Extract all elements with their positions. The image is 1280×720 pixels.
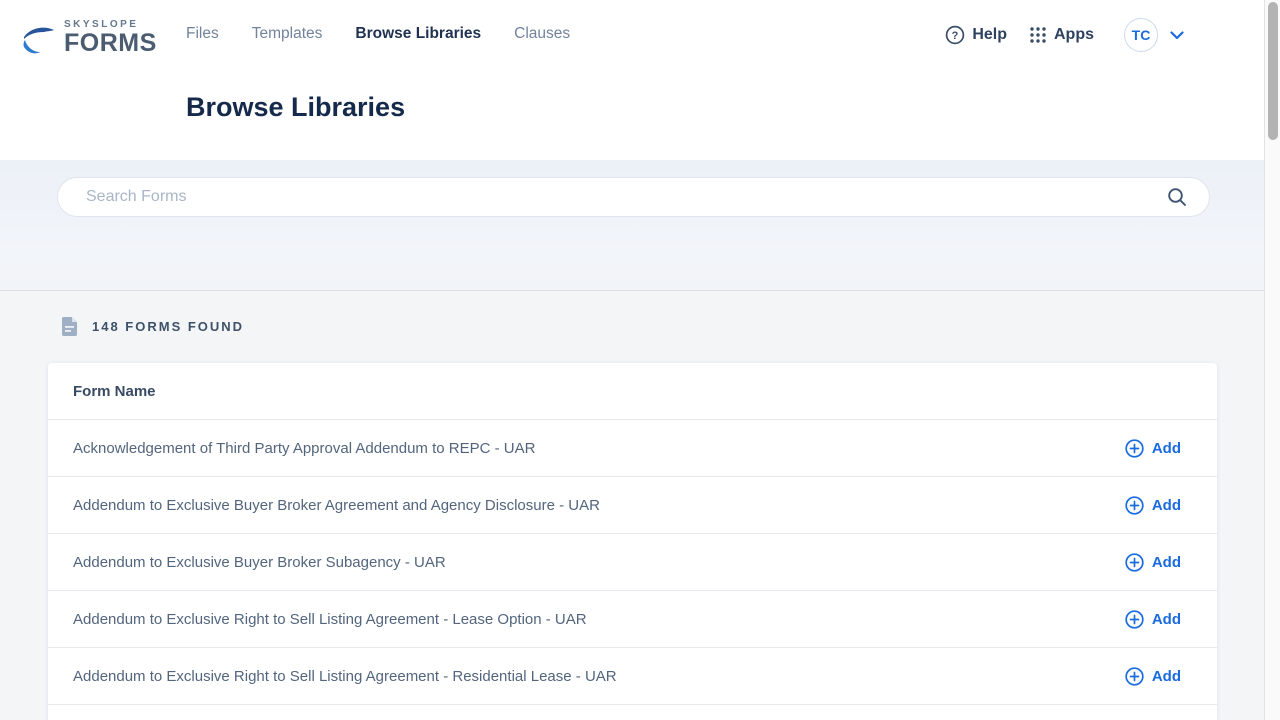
add-label: Add <box>1152 497 1181 514</box>
add-form-button[interactable]: Add <box>1125 496 1181 515</box>
table-header: Form Name <box>48 363 1217 420</box>
document-icon <box>61 316 78 337</box>
form-name: Addendum to Exclusive Buyer Broker Subag… <box>73 554 446 571</box>
table-row: Addendum to Exclusive Buyer Broker Subag… <box>48 534 1217 591</box>
form-name: Acknowledgement of Third Party Approval … <box>73 440 535 457</box>
avatar[interactable]: TC <box>1124 18 1158 52</box>
search-icon <box>1167 187 1187 207</box>
results-row: 148 FORMS FOUND <box>61 316 244 337</box>
add-form-button[interactable]: Add <box>1125 610 1181 629</box>
add-form-button[interactable]: Add <box>1125 667 1181 686</box>
nav-item-templates[interactable]: Templates <box>252 25 323 43</box>
chevron-down-icon[interactable] <box>1170 31 1184 40</box>
nav-item-files[interactable]: Files <box>186 25 219 43</box>
skyslope-forms-logo[interactable]: SKYSLOPE FORMS <box>22 20 157 56</box>
vertical-scrollbar[interactable] <box>1264 0 1280 720</box>
add-label: Add <box>1152 440 1181 457</box>
search-bar <box>57 177 1210 217</box>
brand-name-bottom: FORMS <box>64 31 157 56</box>
results-count: 148 FORMS FOUND <box>92 319 244 334</box>
plus-circle-icon <box>1125 667 1144 686</box>
scrollbar-thumb[interactable] <box>1268 2 1278 140</box>
search-button[interactable] <box>1161 187 1209 207</box>
header-actions: ? Help Apps TC <box>945 18 1184 52</box>
page-title: Browse Libraries <box>186 92 405 123</box>
user-menu[interactable]: TC <box>1124 18 1184 52</box>
apps-grid-icon <box>1029 26 1047 44</box>
skyslope-swoosh-icon <box>22 24 56 56</box>
column-form-name: Form Name <box>73 383 156 400</box>
help-label: Help <box>972 26 1007 44</box>
help-button[interactable]: ? Help <box>945 25 1007 45</box>
help-question-icon: ? <box>945 25 965 45</box>
nav-item-clauses[interactable]: Clauses <box>514 25 570 43</box>
forms-table: Form Name Acknowledgement of Third Party… <box>48 363 1217 720</box>
form-name: Addendum to Exclusive Right to Sell List… <box>73 668 617 685</box>
form-name: Addendum to Exclusive Right to Sell List… <box>73 611 587 628</box>
add-label: Add <box>1152 668 1181 685</box>
table-row: Acknowledgement of Third Party Approval … <box>48 420 1217 477</box>
search-section: Filter results by: All libraries <box>0 160 1264 291</box>
add-label: Add <box>1152 611 1181 628</box>
nav-item-browse-libraries[interactable]: Browse Libraries <box>355 25 481 43</box>
main-nav: Files Templates Browse Libraries Clauses <box>186 25 570 43</box>
svg-text:?: ? <box>952 30 959 42</box>
table-row-partial <box>48 705 1217 720</box>
add-label: Add <box>1152 554 1181 571</box>
plus-circle-icon <box>1125 439 1144 458</box>
apps-label: Apps <box>1054 26 1094 44</box>
apps-button[interactable]: Apps <box>1029 26 1094 44</box>
add-form-button[interactable]: Add <box>1125 439 1181 458</box>
plus-circle-icon <box>1125 610 1144 629</box>
add-form-button[interactable]: Add <box>1125 553 1181 572</box>
form-name: Addendum to Exclusive Buyer Broker Agree… <box>73 497 600 514</box>
plus-circle-icon <box>1125 496 1144 515</box>
plus-circle-icon <box>1125 553 1144 572</box>
table-row: Addendum to Exclusive Right to Sell List… <box>48 591 1217 648</box>
search-input[interactable] <box>58 188 1161 206</box>
table-row: Addendum to Exclusive Buyer Broker Agree… <box>48 477 1217 534</box>
table-row: Addendum to Exclusive Right to Sell List… <box>48 648 1217 705</box>
top-header: SKYSLOPE FORMS Files Templates Browse Li… <box>0 0 1264 160</box>
app-window: SKYSLOPE FORMS Files Templates Browse Li… <box>0 0 1264 720</box>
